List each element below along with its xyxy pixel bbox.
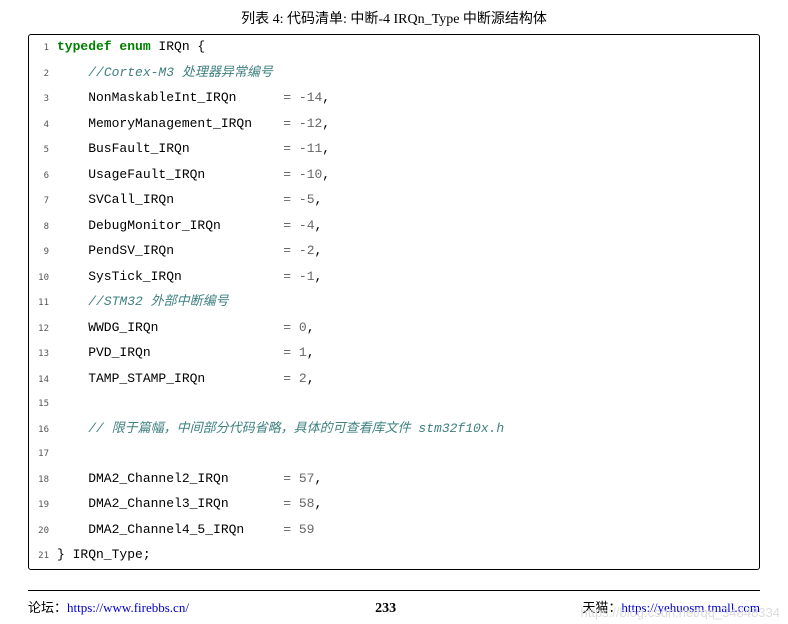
code-line: 16 // 限于篇幅，中间部分代码省略，具体的可查看库文件 stm32f10x.… xyxy=(29,417,759,443)
code-line: 2 //Cortex-M3 处理器异常编号 xyxy=(29,61,759,87)
code-content: DebugMonitor_IRQn = -4, xyxy=(55,214,759,239)
line-number: 3 xyxy=(29,87,55,112)
code-content: DMA2_Channel4_5_IRQn = 59 xyxy=(55,518,759,543)
line-number: 13 xyxy=(29,342,55,367)
code-line: 7 SVCall_IRQn = -5, xyxy=(29,188,759,214)
line-number: 1 xyxy=(29,36,55,61)
code-content: DMA2_Channel2_IRQn = 57, xyxy=(55,467,759,492)
line-number: 19 xyxy=(29,493,55,518)
line-number: 11 xyxy=(29,291,55,316)
code-line: 17 xyxy=(29,442,759,467)
code-line: 18 DMA2_Channel2_IRQn = 57, xyxy=(29,467,759,493)
code-content: PVD_IRQn = 1, xyxy=(55,341,759,366)
code-line: 8 DebugMonitor_IRQn = -4, xyxy=(29,214,759,240)
line-number: 8 xyxy=(29,215,55,240)
code-line: 14 TAMP_STAMP_IRQn = 2, xyxy=(29,367,759,393)
code-line: 10 SysTick_IRQn = -1, xyxy=(29,265,759,291)
code-content: MemoryManagement_IRQn = -12, xyxy=(55,112,759,137)
code-content: WWDG_IRQn = 0, xyxy=(55,316,759,341)
line-number: 10 xyxy=(29,266,55,291)
line-number: 5 xyxy=(29,138,55,163)
code-content: SVCall_IRQn = -5, xyxy=(55,188,759,213)
line-number: 20 xyxy=(29,519,55,544)
forum-link[interactable]: https://www.firebbs.cn/ xyxy=(67,600,189,615)
line-number: 12 xyxy=(29,317,55,342)
code-line: 13 PVD_IRQn = 1, xyxy=(29,341,759,367)
code-content: //Cortex-M3 处理器异常编号 xyxy=(55,61,759,86)
line-number: 2 xyxy=(29,62,55,87)
code-content: PendSV_IRQn = -2, xyxy=(55,239,759,264)
code-content: SysTick_IRQn = -1, xyxy=(55,265,759,290)
code-line: 1typedef enum IRQn { xyxy=(29,35,759,61)
line-number: 14 xyxy=(29,368,55,393)
code-content: DMA2_Channel3_IRQn = 58, xyxy=(55,492,759,517)
code-content: UsageFault_IRQn = -10, xyxy=(55,163,759,188)
code-content: } IRQn_Type; xyxy=(55,543,759,568)
code-listing: 1typedef enum IRQn {2 //Cortex-M3 处理器异常编… xyxy=(28,34,760,570)
forum-link-wrap: 论坛：https://www.firebbs.cn/ xyxy=(28,597,189,616)
watermark: https://blog.csdn.net/qq_34848334 xyxy=(581,605,781,620)
code-line: 4 MemoryManagement_IRQn = -12, xyxy=(29,112,759,138)
code-line: 3 NonMaskableInt_IRQn = -14, xyxy=(29,86,759,112)
listing-title: 列表 4: 代码清单: 中断-4 IRQn_Type 中断源结构体 xyxy=(28,8,760,28)
code-line: 21} IRQn_Type; xyxy=(29,543,759,569)
code-line: 6 UsageFault_IRQn = -10, xyxy=(29,163,759,189)
line-number: 6 xyxy=(29,164,55,189)
line-number: 18 xyxy=(29,468,55,493)
code-line: 12 WWDG_IRQn = 0, xyxy=(29,316,759,342)
code-content: TAMP_STAMP_IRQn = 2, xyxy=(55,367,759,392)
code-content: //STM32 外部中断编号 xyxy=(55,290,759,315)
code-content: BusFault_IRQn = -11, xyxy=(55,137,759,162)
code-line: 11 //STM32 外部中断编号 xyxy=(29,290,759,316)
forum-label: 论坛： xyxy=(28,600,67,615)
code-line: 20 DMA2_Channel4_5_IRQn = 59 xyxy=(29,518,759,544)
line-number: 16 xyxy=(29,418,55,443)
code-line: 5 BusFault_IRQn = -11, xyxy=(29,137,759,163)
line-number: 7 xyxy=(29,189,55,214)
code-line: 9 PendSV_IRQn = -2, xyxy=(29,239,759,265)
line-number: 17 xyxy=(29,442,55,467)
line-number: 9 xyxy=(29,240,55,265)
code-line: 19 DMA2_Channel3_IRQn = 58, xyxy=(29,492,759,518)
line-number: 4 xyxy=(29,113,55,138)
code-content: NonMaskableInt_IRQn = -14, xyxy=(55,86,759,111)
code-content: // 限于篇幅，中间部分代码省略，具体的可查看库文件 stm32f10x.h xyxy=(55,417,759,442)
page-number: 233 xyxy=(375,601,396,617)
code-content: typedef enum IRQn { xyxy=(55,35,759,60)
line-number: 15 xyxy=(29,392,55,417)
code-line: 15 xyxy=(29,392,759,417)
line-number: 21 xyxy=(29,544,55,569)
